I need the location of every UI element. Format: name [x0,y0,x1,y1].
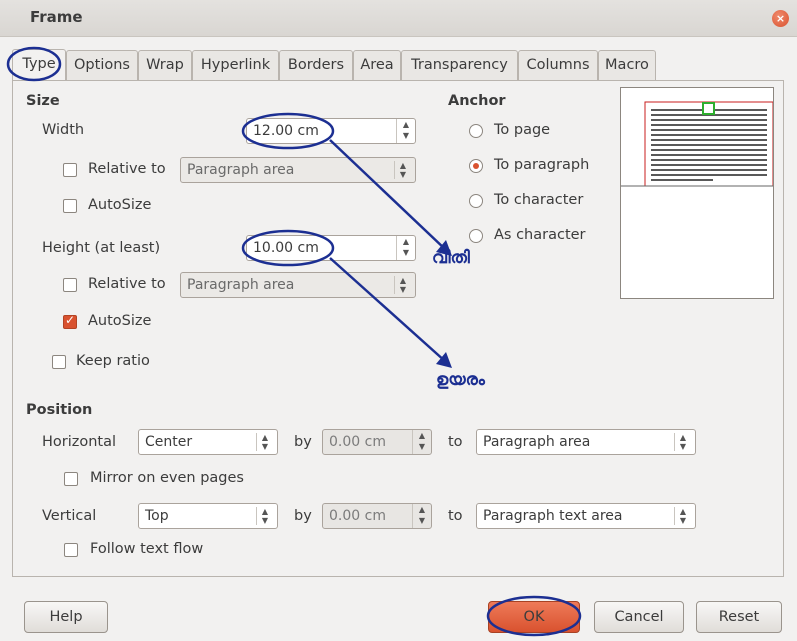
chevron-updown-icon: ▲ ▼ [256,507,273,525]
help-button[interactable]: Help [24,601,108,633]
title-bar: Frame × [0,0,797,37]
keep-ratio-label: Keep ratio [76,353,150,369]
vertical-by-value: 0.00 cm [329,508,386,524]
horizontal-to-select[interactable]: Paragraph area ▲ ▼ [476,429,696,455]
chevron-updown-icon: ▲ ▼ [256,433,273,451]
width-relative-checkbox[interactable] [63,163,77,177]
chevron-updown-icon: ▲ ▼ [394,276,411,294]
width-value: 12.00 cm [253,123,319,139]
width-relative-select[interactable]: Paragraph area ▲ ▼ [180,157,416,183]
anchor-to-paragraph-label: To paragraph [494,157,590,173]
anchor-to-character-radio[interactable] [469,194,483,208]
cancel-button[interactable]: Cancel [594,601,684,633]
width-annotation: വീതി [432,248,470,268]
anchor-to-page-label: To page [494,122,551,138]
spin-arrows-icon[interactable]: ▲ ▼ [412,430,431,454]
vertical-by-spinbox[interactable]: 0.00 cm ▲ ▼ [322,503,432,529]
spin-arrows-icon[interactable]: ▲ ▼ [396,236,415,260]
follow-text-flow-label: Follow text flow [90,541,204,557]
horizontal-select[interactable]: Center ▲ ▼ [138,429,278,455]
horizontal-to-label: to [448,434,463,450]
vertical-label: Vertical [42,508,97,524]
vertical-by-label: by [294,508,312,524]
horizontal-label: Horizontal [42,434,117,450]
width-autosize-checkbox[interactable] [63,199,77,213]
tab-area[interactable]: Area [353,50,401,80]
size-header: Size [26,93,60,109]
height-label: Height (at least) [42,240,161,256]
anchor-header: Anchor [448,93,506,109]
vertical-to-value: Paragraph text area [483,508,623,524]
vertical-value: Top [145,508,169,524]
tab-wrap[interactable]: Wrap [138,50,192,80]
vertical-to-label: to [448,508,463,524]
ok-button[interactable]: OK [488,601,580,633]
spin-arrows-icon[interactable]: ▲ ▼ [396,119,415,143]
horizontal-by-spinbox[interactable]: 0.00 cm ▲ ▼ [322,429,432,455]
height-relative-label: Relative to [88,276,166,292]
page-preview-image [621,101,774,187]
width-relative-label: Relative to [88,161,166,177]
vertical-to-select[interactable]: Paragraph text area ▲ ▼ [476,503,696,529]
chevron-updown-icon: ▲ ▼ [674,507,691,525]
reset-button[interactable]: Reset [696,601,782,633]
frame-preview [620,87,774,299]
anchor-to-paragraph-radio[interactable] [469,159,483,173]
height-relative-select[interactable]: Paragraph area ▲ ▼ [180,272,416,298]
tab-type[interactable]: Type [12,49,66,81]
follow-text-flow-checkbox[interactable] [64,543,78,557]
width-relative-value: Paragraph area [187,162,295,178]
anchor-as-character-label: As character [494,227,586,243]
height-relative-checkbox[interactable] [63,278,77,292]
tab-macro[interactable]: Macro [598,50,656,80]
spin-arrows-icon[interactable]: ▲ ▼ [412,504,431,528]
position-header: Position [26,402,93,418]
horizontal-by-label: by [294,434,312,450]
anchor-to-page-radio[interactable] [469,124,483,138]
tab-borders[interactable]: Borders [279,50,353,80]
keep-ratio-checkbox[interactable] [52,355,66,369]
tab-hyperlink[interactable]: Hyperlink [192,50,279,80]
height-autosize-label: AutoSize [88,313,152,329]
tab-options[interactable]: Options [66,50,138,80]
mirror-label: Mirror on even pages [90,470,244,486]
height-autosize-checkbox[interactable] [63,313,77,329]
width-autosize-label: AutoSize [88,197,152,213]
width-spinbox[interactable]: 12.00 cm ▲ ▼ [246,118,416,144]
mirror-checkbox[interactable] [64,472,78,486]
horizontal-by-value: 0.00 cm [329,434,386,450]
horizontal-to-value: Paragraph area [483,434,591,450]
vertical-select[interactable]: Top ▲ ▼ [138,503,278,529]
height-spinbox[interactable]: 10.00 cm ▲ ▼ [246,235,416,261]
tab-transparency[interactable]: Transparency [401,50,518,80]
horizontal-value: Center [145,434,193,450]
anchor-to-character-label: To character [494,192,584,208]
height-value: 10.00 cm [253,240,319,256]
height-relative-value: Paragraph area [187,277,295,293]
chevron-updown-icon: ▲ ▼ [394,161,411,179]
chevron-updown-icon: ▲ ▼ [674,433,691,451]
height-annotation: ഉയരം [436,370,485,390]
dialog-title: Frame [30,8,83,26]
tab-columns[interactable]: Columns [518,50,598,80]
width-label: Width [42,122,85,138]
close-icon[interactable]: × [772,10,789,27]
frame-dialog: Frame × Type Options Wrap Hyperlink Bord… [0,0,797,641]
anchor-as-character-radio[interactable] [469,229,483,243]
